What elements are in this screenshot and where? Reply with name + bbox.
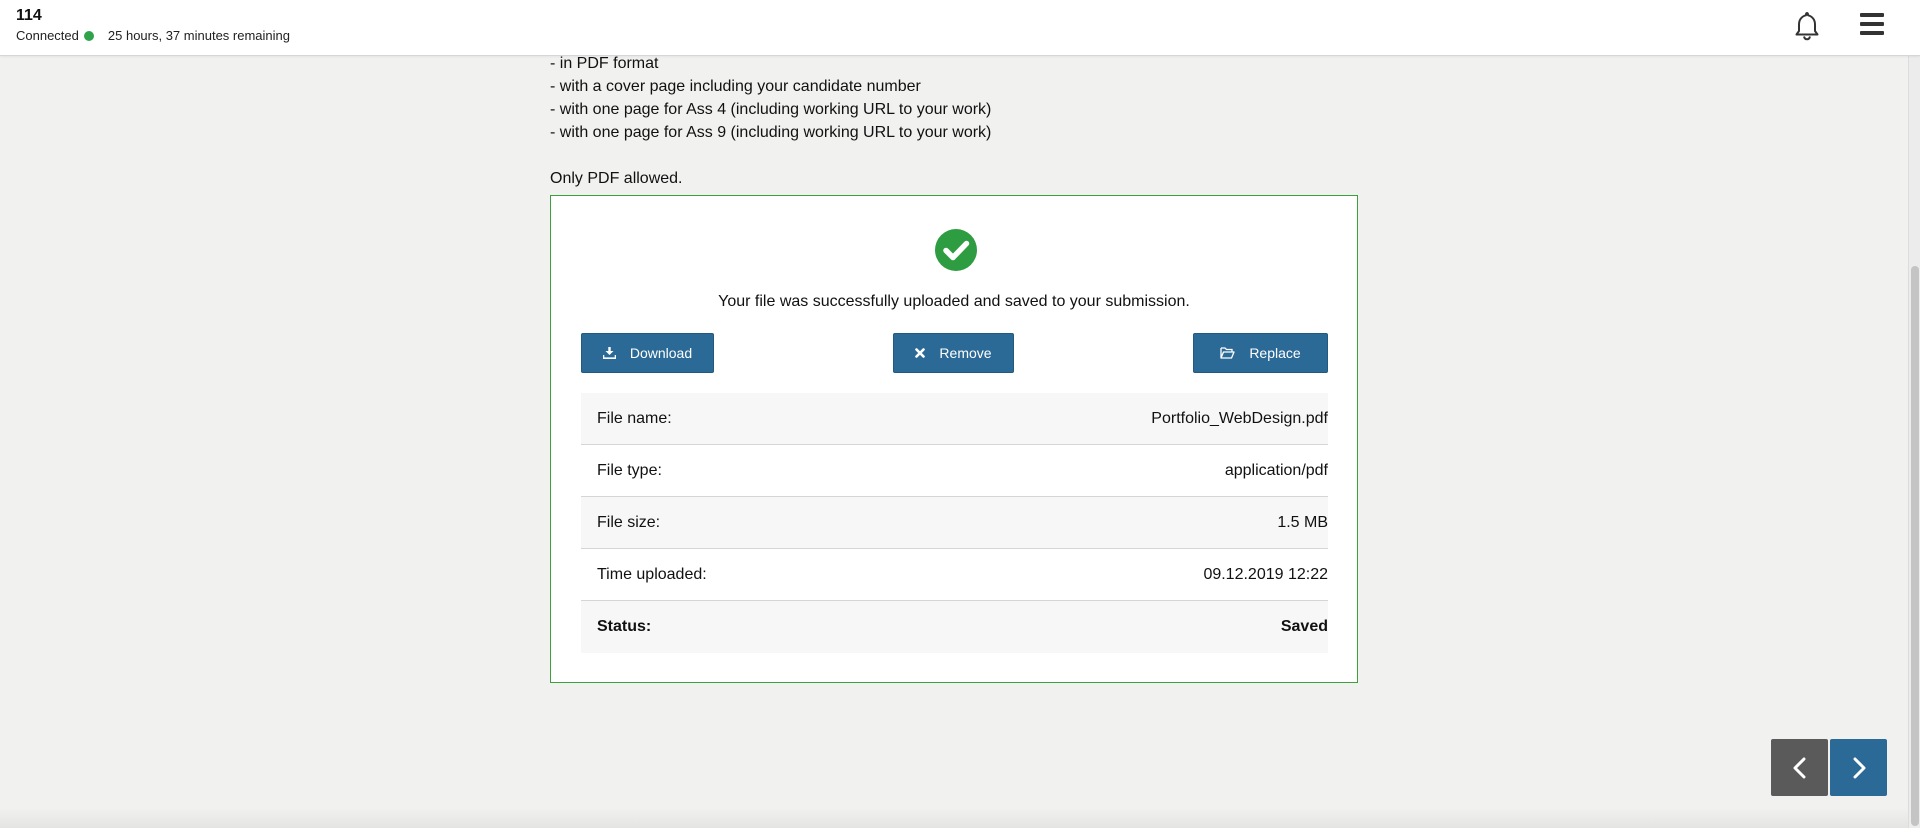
bell-icon[interactable] [1792,10,1822,42]
requirement-line: - with one page for Ass 9 (including wor… [550,124,992,141]
upload-result-panel: Your file was successfully uploaded and … [550,195,1358,683]
requirement-line: - with a cover page including your candi… [550,78,921,95]
download-button[interactable]: Download [581,333,714,373]
remove-button[interactable]: Remove [893,333,1014,373]
connection-status-row: Connected 25 hours, 37 minutes remaining [16,28,290,43]
file-info-table: File name: Portfolio_WebDesign.pdf File … [581,393,1328,653]
status-label: Status: [597,618,652,635]
bottom-shade [0,808,1908,828]
next-button[interactable] [1830,739,1887,796]
scrollbar-thumb[interactable] [1911,266,1919,826]
file-name-value: Portfolio_WebDesign.pdf [1151,409,1328,427]
instructions: - in PDF format - with a cover page incl… [550,52,1360,190]
time-uploaded-value: 09.12.2019 12:22 [1203,565,1328,583]
folder-open-icon [1220,347,1235,359]
requirement-line: - with one page for Ass 4 (including wor… [550,101,992,118]
table-row: Time uploaded: 09.12.2019 12:22 [581,549,1328,601]
table-row: File type: application/pdf [581,445,1328,497]
close-icon [915,348,926,358]
file-name-label: File name: [597,409,672,427]
only-pdf-note: Only PDF allowed. [550,170,683,187]
table-row: File name: Portfolio_WebDesign.pdf [581,393,1328,445]
file-type-label: File type: [597,461,662,479]
previous-button[interactable] [1771,739,1828,796]
table-row: File size: 1.5 MB [581,497,1328,549]
chevron-right-icon [1853,757,1865,778]
hamburger-menu-icon[interactable] [1860,13,1884,35]
time-remaining: 25 hours, 37 minutes remaining [107,28,290,43]
scrollbar[interactable] [1908,56,1920,828]
file-size-value: 1.5 MB [1277,513,1328,531]
replace-button-label: Replace [1249,345,1301,361]
success-message: Your file was successfully uploaded and … [718,293,1190,310]
candidate-number: 114 [16,7,42,24]
chevron-left-icon [1793,757,1805,778]
status-value: Saved [1280,618,1328,635]
success-check-icon [935,229,977,271]
download-icon [602,347,616,359]
time-uploaded-label: Time uploaded: [597,565,707,583]
replace-button[interactable]: Replace [1193,333,1328,373]
file-type-value: application/pdf [1224,461,1328,479]
table-row: Status: Saved [581,601,1328,653]
download-button-label: Download [629,345,693,361]
file-size-label: File size: [597,513,661,531]
connection-status-label: Connected [16,28,79,43]
top-bar: 114 Connected 25 hours, 37 minutes remai… [0,0,1920,56]
remove-button-label: Remove [939,345,992,361]
connection-status-dot [83,30,94,41]
